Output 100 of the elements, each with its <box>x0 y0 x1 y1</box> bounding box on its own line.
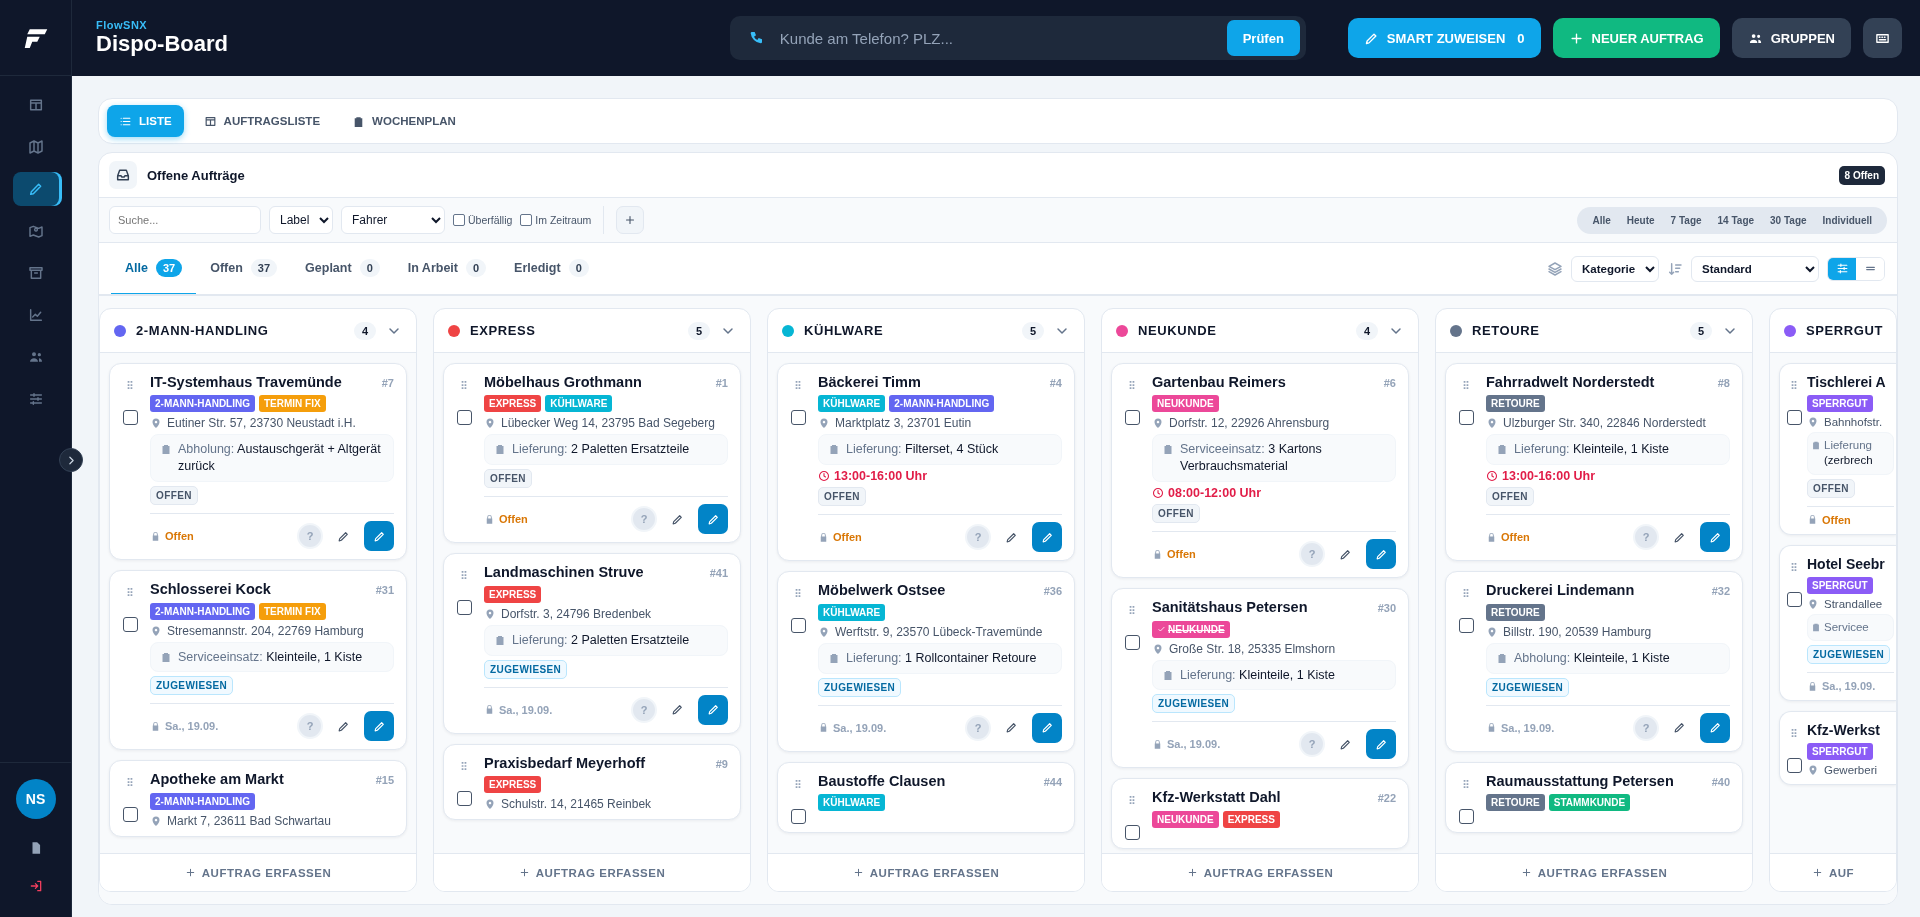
expand-sidebar-button[interactable] <box>59 448 83 472</box>
plus-icon <box>1520 867 1532 878</box>
assign-button[interactable] <box>1700 522 1730 553</box>
search-field[interactable]: Suche... <box>109 206 261 234</box>
date-range-option[interactable]: 7 Tage <box>1663 210 1709 230</box>
category-tag: EXPRESS <box>484 585 542 603</box>
order-card[interactable]: Möbelhaus Grothmann #1 EXPRESS KÜHLWARE Lübecker Weg 14, 23795 Bad Segeberg Lieferung: 2 Paletten Ersatzteile OFFEN Offen ? <box>443 363 741 544</box>
order-card[interactable]: Gartenbau Reimers #6 NEUKUNDE Dorfstr. 12, 22926 Ahrensburg Serviceeinsatz: 3 Kartons Verbrauchsmaterial 08:00-12:00 Uhr OFFEN Offen ? <box>1111 363 1409 579</box>
category-tag: SPERRGUT <box>1807 742 1873 760</box>
assign-button[interactable] <box>1366 539 1396 570</box>
schedule-info: Sa., 19.09. <box>818 721 887 734</box>
assign-button[interactable] <box>698 694 728 725</box>
task-detail: Lieferung: 2 Paletten Ersatzteile <box>512 441 690 459</box>
assign-button[interactable] <box>1366 729 1396 760</box>
card-checkbox[interactable] <box>1458 410 1474 425</box>
date-range-option[interactable]: Heute <box>1619 210 1662 230</box>
card-checkbox[interactable] <box>1458 808 1474 824</box>
date-range-option[interactable]: 14 Tage <box>1710 210 1762 230</box>
order-card[interactable]: Bäckerei Timm #4 KÜHLWARE 2-MANN-HANDLING Marktplatz 3, 23701 Eutin Lieferung: Filterset, 4 Stück 13:00-16:00 Uhr OFFEN Offen ? <box>777 363 1075 562</box>
order-card[interactable]: Kfz-Werkstatt Dahl #22 NEUKUNDE EXPRESS <box>1111 778 1409 850</box>
groups-button[interactable]: GRUPPEN <box>1731 18 1851 58</box>
card-checkbox[interactable] <box>790 618 806 634</box>
order-card[interactable]: Hotel Seebr SPERRGUT Strandallee Servicee ZUGEWIESEN Sa., 19.09. <box>1779 544 1896 702</box>
label-select[interactable]: Label <box>269 206 333 234</box>
order-card[interactable]: Landmaschinen Struve #41 EXPRESS Dorfstr. 3, 24796 Bredenbek Lieferung: 2 Paletten Ersatzteile ZUGEWIESEN Sa., 19.09. ? <box>443 553 741 734</box>
assign-button[interactable] <box>364 711 394 742</box>
add-order-button[interactable]: AUFTRAG ERFASSEN <box>434 853 750 891</box>
status-tab[interactable]: Geplant 0 <box>291 242 394 295</box>
time-window: 13:00-16:00 Uhr <box>834 469 928 484</box>
address: Werftstr. 9, 23570 Lübeck-Travemünde <box>835 624 1043 639</box>
clipboard-icon <box>494 633 506 646</box>
schedule-info: Sa., 19.09. <box>484 703 553 716</box>
order-card[interactable]: Apotheke am Markt #15 2-MANN-HANDLING Markt 7, 23611 Bad Schwartau <box>109 760 407 837</box>
order-card[interactable]: Möbelwerk Ostsee #36 KÜHLWARE Werftstr. 9, 23570 Lübeck-Travemünde Lieferung: 1 Rollcontainer Retoure ZUGEWIESEN Sa., 19.09. ? <box>777 571 1075 752</box>
order-number: #9 <box>715 757 728 770</box>
order-card[interactable]: Praxisbedarf Meyerhoff #9 EXPRESS Schulstr. 14, 21465 Reinbek <box>443 743 741 820</box>
order-card[interactable]: IT-Systemhaus Travemünde #7 2-MANN-HANDLING TERMIN FIX Eutiner Str. 57, 23730 Neustadt i.H. Abholung: Austauschgerät + Altgerät zurück OFFEN Offen ? <box>109 363 407 561</box>
assign-button[interactable] <box>364 521 394 552</box>
order-card[interactable]: Fahrradwelt Norderstedt #8 RETOURE Ulzburger Str. 340, 22846 Norderstedt Lieferung: Kleinteile, 1 Kiste 13:00-16:00 Uhr OFFEN Offen ? <box>1445 363 1743 562</box>
view-tab[interactable]: AUFTRAGSLISTE <box>191 105 333 137</box>
order-card[interactable]: Kfz-Werkst SPERRGUT Gewerberi <box>1779 711 1896 785</box>
category-tag: EXPRESS <box>1222 810 1280 828</box>
column-title: EXPRESS <box>470 323 536 338</box>
order-card[interactable]: Schlosserei Kock #31 2-MANN-HANDLING TERMIN FIX Stresemannstr. 204, 22769 Hamburg Serviceeinsatz: Kleinteile, 1 Kiste ZUGEWIESEN Sa., 19.09. ? <box>109 570 407 751</box>
card-checkbox[interactable] <box>1786 591 1802 607</box>
card-checkbox[interactable] <box>122 410 138 425</box>
user-avatar[interactable]: NS <box>15 779 56 819</box>
filter-checkbox[interactable] <box>520 214 533 226</box>
group-by-select[interactable]: Kategorie <box>1571 255 1659 282</box>
order-card[interactable]: Tischlerei A SPERRGUT Bahnhofstr. Lieferung (zerbrech OFFEN Offen <box>1779 363 1896 535</box>
assign-button[interactable] <box>1032 712 1062 743</box>
status-tab[interactable]: Erledigt 0 <box>500 242 603 295</box>
add-order-button[interactable]: AUF <box>1770 853 1896 891</box>
status-tab[interactable]: Offen 37 <box>196 242 292 295</box>
card-checkbox[interactable] <box>1786 758 1802 774</box>
add-order-button[interactable]: AUFTRAG ERFASSEN <box>1436 853 1752 891</box>
assign-button[interactable] <box>1700 712 1730 743</box>
schedule-info: Sa., 19.09. <box>150 720 219 733</box>
order-number: #8 <box>1717 377 1730 389</box>
filter-checkbox[interactable] <box>453 214 465 226</box>
category-tag: TERMIN FIX <box>259 602 326 620</box>
add-order-button[interactable]: AUFTRAG ERFASSEN <box>1102 853 1418 891</box>
view-tab[interactable]: WOCHENPLAN <box>340 105 468 137</box>
customer-name: Raumausstattung Petersen <box>1486 772 1674 790</box>
card-checkbox[interactable] <box>456 790 472 806</box>
clipboard-icon <box>1162 668 1174 681</box>
date-range-option[interactable]: Individuell <box>1815 210 1879 230</box>
add-order-button[interactable]: AUFTRAG ERFASSEN <box>768 853 1084 891</box>
status-badge: ZUGEWIESEN <box>818 677 902 697</box>
card-checkbox[interactable] <box>1124 825 1140 841</box>
card-checkbox[interactable] <box>1786 410 1802 425</box>
card-checkbox[interactable] <box>456 600 472 616</box>
date-range-option[interactable]: Alle <box>1585 210 1618 230</box>
order-card[interactable]: Baustoffe Clausen #44 KÜHLWARE <box>777 761 1075 833</box>
clipboard-icon <box>1811 439 1821 450</box>
driver-select[interactable]: Fahrer <box>341 206 445 234</box>
assign-button[interactable] <box>1032 522 1062 553</box>
add-order-button[interactable]: AUFTRAG ERFASSEN <box>100 853 416 891</box>
card-checkbox[interactable] <box>122 617 138 633</box>
card-checkbox[interactable] <box>456 410 472 425</box>
date-range-option[interactable]: 30 Tage <box>1763 210 1814 230</box>
card-checkbox[interactable] <box>1124 410 1140 425</box>
status-tab[interactable]: In Arbeit 0 <box>393 242 501 295</box>
plus-icon <box>1186 867 1198 878</box>
card-checkbox[interactable] <box>1458 618 1474 634</box>
order-card[interactable]: Raumausstattung Petersen #40 RETOURE STAMMKUNDE <box>1445 761 1743 833</box>
card-checkbox[interactable] <box>1124 635 1140 651</box>
card-checkbox[interactable] <box>122 807 138 823</box>
nav-item[interactable] <box>12 172 59 206</box>
order-card[interactable]: Sanitätshaus Petersen #30 NEUKUNDE Große Str. 18, 25335 Elmshorn Lieferung: Kleinteile, 1 Kiste ZUGEWIESEN Sa., 19.09. ? <box>1111 588 1409 769</box>
assign-button[interactable] <box>698 504 728 535</box>
pencil-icon <box>1040 721 1054 735</box>
pencil-icon <box>337 719 350 733</box>
card-checkbox[interactable] <box>790 410 806 425</box>
card-checkbox[interactable] <box>790 808 806 824</box>
keyboard-button[interactable] <box>1863 18 1902 58</box>
pencil-icon <box>1339 547 1352 561</box>
layout-toggle[interactable] <box>1828 257 1856 280</box>
order-card[interactable]: Druckerei Lindemann #32 RETOURE Billstr. 190, 20539 Hamburg Abholung: Kleinteile, 1 Kiste ZUGEWIESEN Sa., 19.09. ? <box>1445 571 1743 752</box>
sort-select[interactable]: Standard <box>1691 255 1819 282</box>
